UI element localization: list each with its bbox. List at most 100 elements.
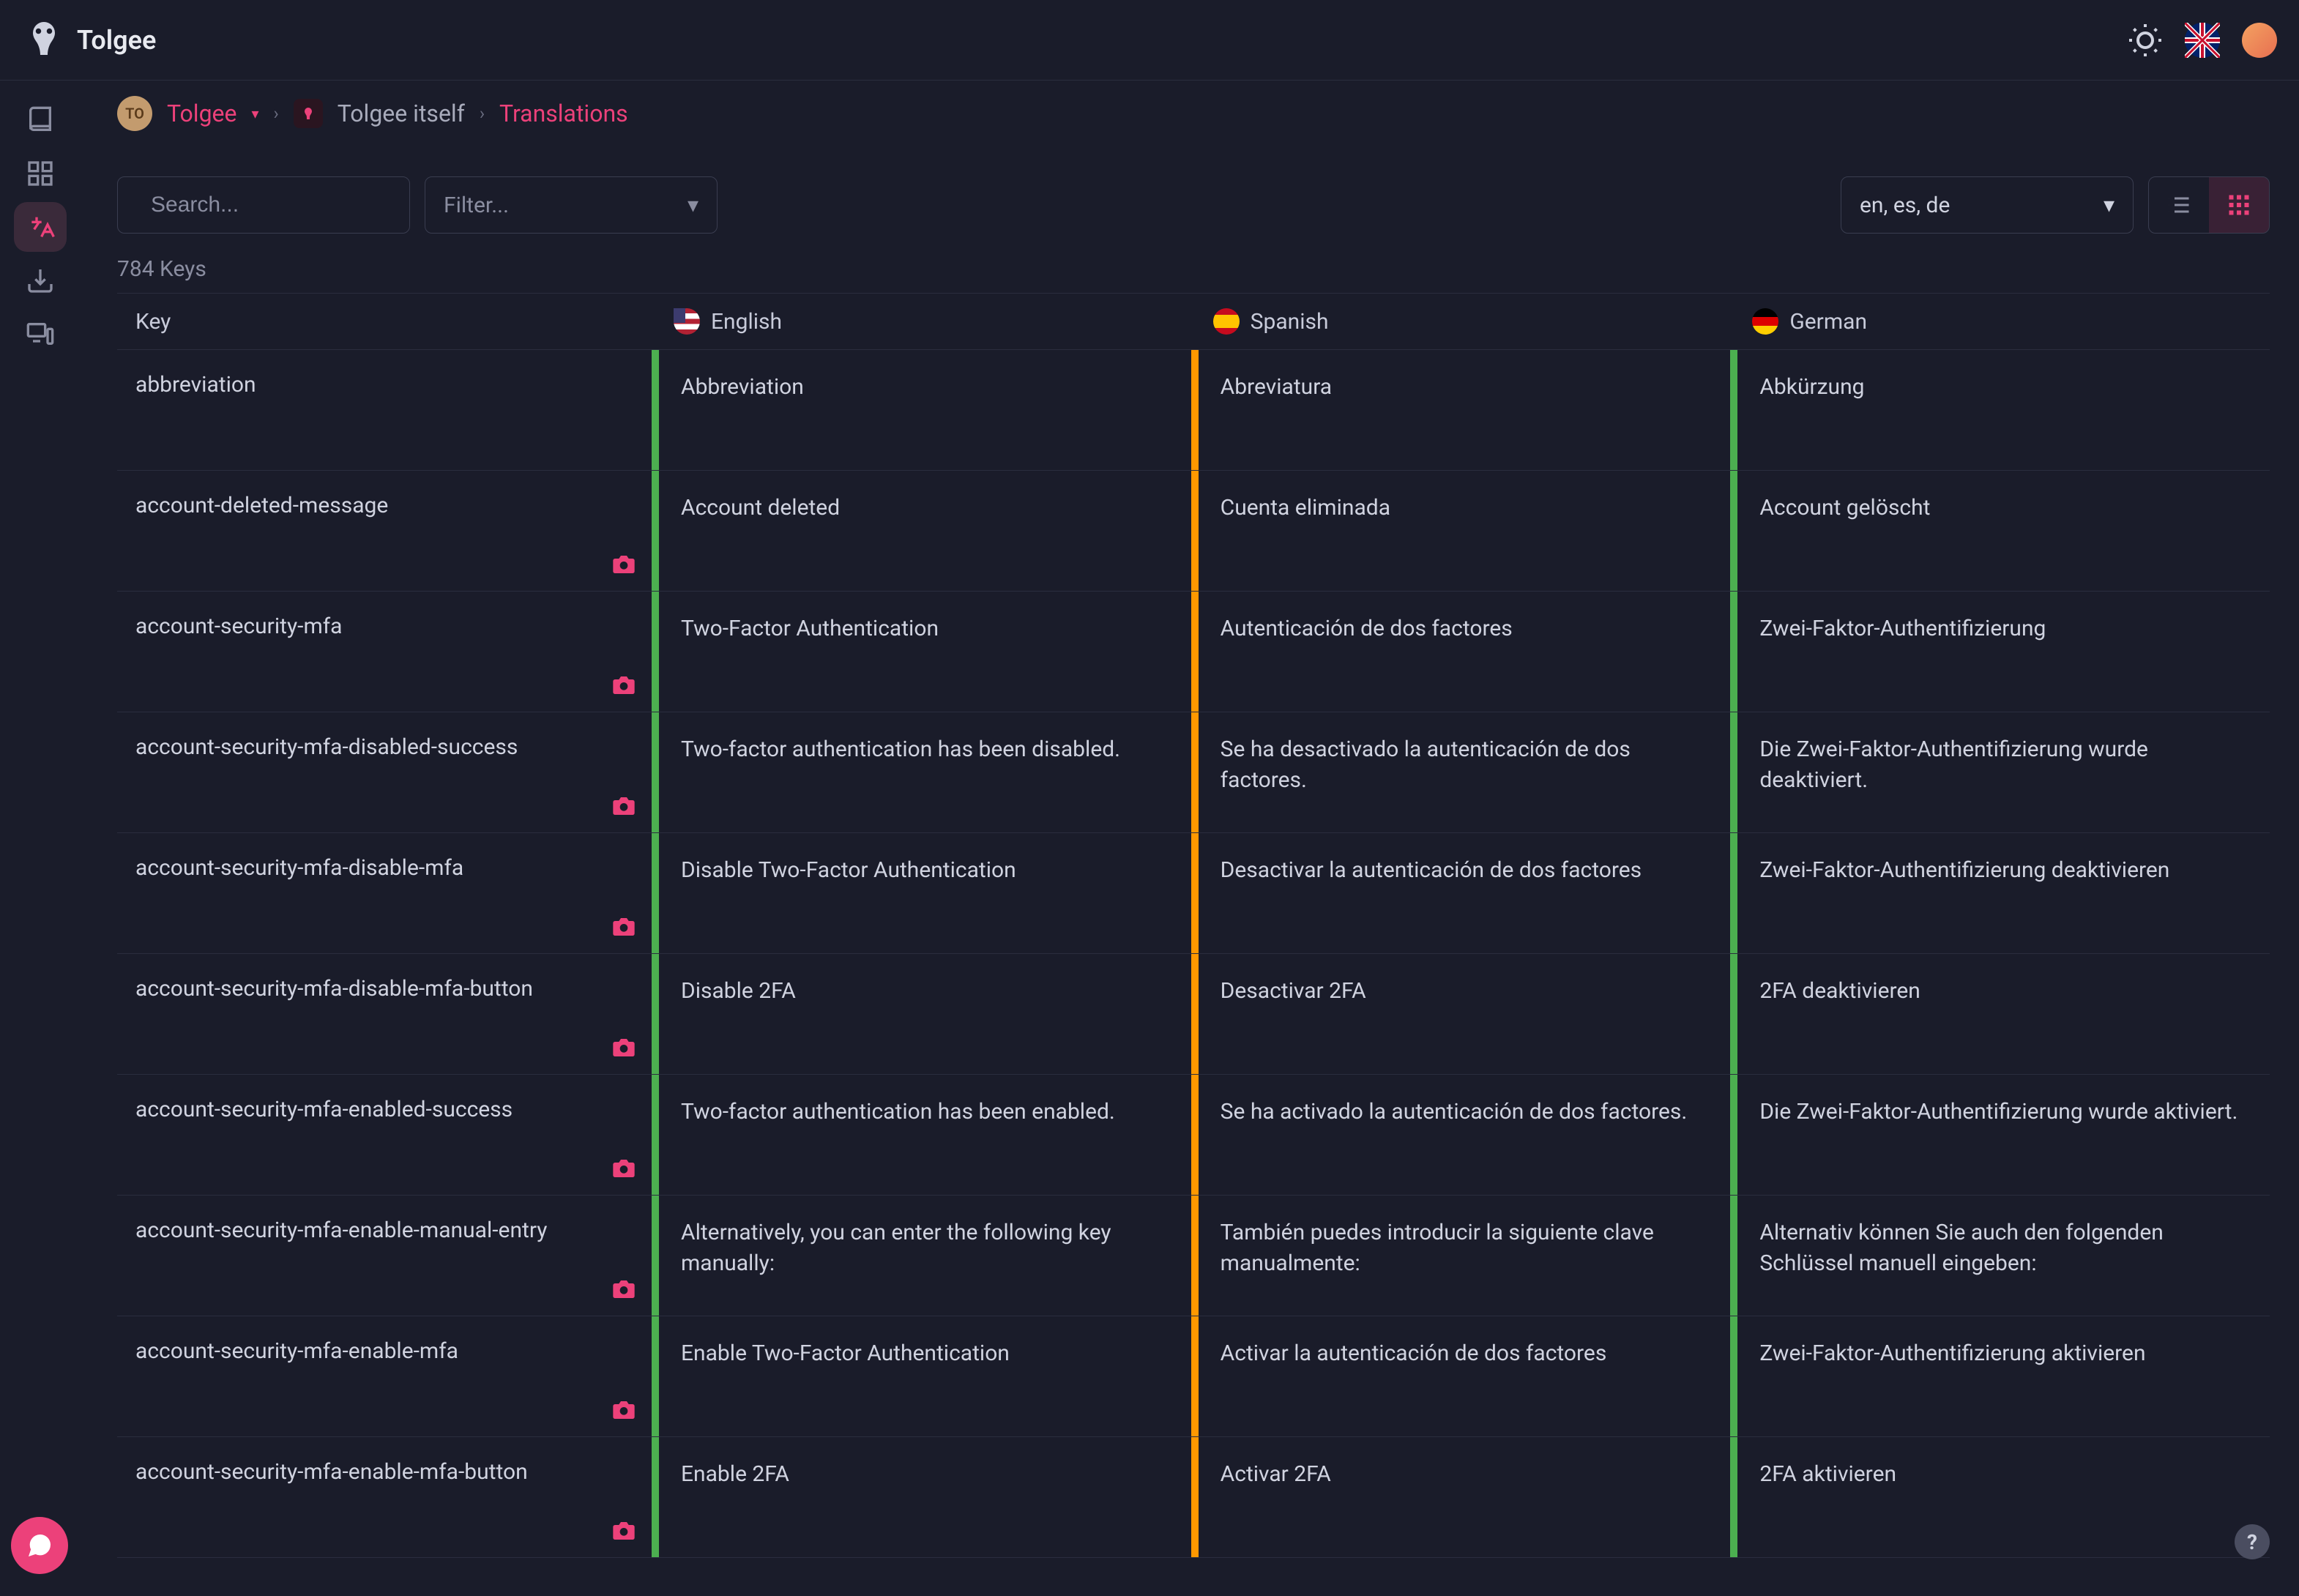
- key-cell[interactable]: account-security-mfa-disable-mfa: [117, 833, 652, 953]
- translation-cell-en[interactable]: Abbreviation: [652, 350, 1191, 470]
- column-header-spanish: Spanish: [1191, 308, 1731, 335]
- translation-cell-es[interactable]: Abreviatura: [1191, 350, 1731, 470]
- sidebar-item-projects[interactable]: [14, 95, 67, 145]
- screenshot-icon[interactable]: [611, 915, 637, 939]
- translation-cell-es[interactable]: Cuenta eliminada: [1191, 471, 1731, 591]
- screenshot-icon[interactable]: [611, 553, 637, 576]
- sidebar-item-integrations[interactable]: [14, 309, 67, 359]
- table-row: account-security-mfa-enable-mfa-buttonEn…: [117, 1437, 2270, 1558]
- screenshot-icon[interactable]: [611, 1398, 637, 1422]
- translation-cell-es[interactable]: Desactivar 2FA: [1191, 954, 1731, 1074]
- translation-cell-en[interactable]: Disable Two-Factor Authentication: [652, 833, 1191, 953]
- logo[interactable]: Tolgee: [22, 18, 156, 62]
- screenshot-icon[interactable]: [611, 674, 637, 697]
- header-actions: [2128, 23, 2277, 58]
- translation-cell-en[interactable]: Two-factor authentication has been disab…: [652, 712, 1191, 832]
- search-input[interactable]: [151, 193, 433, 217]
- key-cell[interactable]: account-deleted-message: [117, 471, 652, 591]
- screenshot-icon[interactable]: [611, 1157, 637, 1180]
- table-row: account-security-mfa-disabled-successTwo…: [117, 712, 2270, 833]
- translation-cell-es[interactable]: Activar 2FA: [1191, 1437, 1731, 1557]
- view-grid-button[interactable]: [2209, 177, 2269, 233]
- table-row: account-security-mfa-disable-mfa-buttonD…: [117, 954, 2270, 1075]
- translation-cell-es[interactable]: Activar la autenticación de dos factores: [1191, 1316, 1731, 1436]
- theme-toggle-icon[interactable]: [2128, 23, 2163, 58]
- sidebar-item-translations[interactable]: [14, 202, 67, 252]
- translation-cell-es[interactable]: Desactivar la autenticación de dos facto…: [1191, 833, 1731, 953]
- translation-cell-de[interactable]: 2FA deaktivieren: [1730, 954, 2270, 1074]
- grid-icon: [26, 159, 55, 188]
- translation-cell-de[interactable]: 2FA aktivieren: [1730, 1437, 2270, 1557]
- help-icon: ?: [2247, 1530, 2257, 1554]
- breadcrumb-org[interactable]: Tolgee: [167, 100, 236, 127]
- search-input-container: [117, 176, 410, 234]
- sidebar-item-dashboard[interactable]: [14, 149, 67, 198]
- translation-cell-es[interactable]: Autenticación de dos factores: [1191, 592, 1731, 712]
- sidebar-item-export[interactable]: [14, 256, 67, 305]
- screenshot-icon[interactable]: [611, 1278, 637, 1301]
- translation-cell-en[interactable]: Disable 2FA: [652, 954, 1191, 1074]
- screenshot-icon[interactable]: [611, 1036, 637, 1059]
- chat-button[interactable]: [11, 1517, 68, 1574]
- project-icon: [294, 99, 323, 128]
- sidebar: [0, 81, 81, 1596]
- screenshot-icon[interactable]: [611, 1519, 637, 1543]
- breadcrumb: TO Tolgee ▾ › Tolgee itself › Translatio…: [81, 81, 2299, 146]
- table-row: account-security-mfa-enable-mfaEnable Tw…: [117, 1316, 2270, 1437]
- view-list-button[interactable]: [2149, 177, 2209, 233]
- translation-cell-en[interactable]: Alternatively, you can enter the followi…: [652, 1196, 1191, 1316]
- translation-cell-de[interactable]: Zwei-Faktor-Authentifizierung aktivieren: [1730, 1316, 2270, 1436]
- filter-label: Filter...: [444, 193, 509, 218]
- tolgee-logo-icon: [22, 18, 66, 62]
- translation-cell-de[interactable]: Die Zwei-Faktor-Authentifizierung wurde …: [1730, 1075, 2270, 1195]
- translation-cell-es[interactable]: Se ha desactivado la autenticación de do…: [1191, 712, 1731, 832]
- screenshot-icon[interactable]: [611, 794, 637, 818]
- key-cell[interactable]: account-security-mfa-disable-mfa-button: [117, 954, 652, 1074]
- language-select[interactable]: en, es, de ▾: [1841, 176, 2134, 234]
- app-header: Tolgee: [0, 0, 2299, 81]
- chevron-down-icon: ▾: [688, 193, 698, 218]
- org-dropdown-icon[interactable]: ▾: [251, 105, 258, 122]
- breadcrumb-project[interactable]: Tolgee itself: [338, 100, 465, 127]
- key-cell[interactable]: account-security-mfa: [117, 592, 652, 712]
- user-avatar[interactable]: [2242, 23, 2277, 58]
- key-cell[interactable]: account-security-mfa-disabled-success: [117, 712, 652, 832]
- help-button[interactable]: ?: [2235, 1524, 2270, 1559]
- key-cell[interactable]: account-security-mfa-enable-mfa: [117, 1316, 652, 1436]
- breadcrumb-page[interactable]: Translations: [499, 100, 628, 127]
- translation-cell-en[interactable]: Enable 2FA: [652, 1437, 1191, 1557]
- translate-icon: [26, 212, 55, 242]
- list-icon: [2166, 192, 2192, 218]
- chat-icon: [25, 1531, 54, 1560]
- table-row: account-deleted-messageAccount deletedCu…: [117, 471, 2270, 592]
- key-cell[interactable]: account-security-mfa-enable-manual-entry: [117, 1196, 652, 1316]
- translation-cell-es[interactable]: También puedes introducir la siguiente c…: [1191, 1196, 1731, 1316]
- de-flag-icon: [1752, 308, 1778, 335]
- translation-cell-en[interactable]: Account deleted: [652, 471, 1191, 591]
- table-row: abbreviationAbbreviationAbreviaturaAbkür…: [117, 350, 2270, 471]
- key-cell[interactable]: abbreviation: [117, 350, 652, 470]
- export-icon: [26, 266, 55, 295]
- uk-flag-icon[interactable]: [2185, 23, 2220, 58]
- translation-cell-de[interactable]: Alternativ können Sie auch den folgenden…: [1730, 1196, 2270, 1316]
- table-row: account-security-mfa-enable-manual-entry…: [117, 1196, 2270, 1316]
- table-row: account-security-mfaTwo-Factor Authentic…: [117, 592, 2270, 712]
- translation-cell-de[interactable]: Zwei-Faktor-Authentifizierung: [1730, 592, 2270, 712]
- translation-cell-de[interactable]: Abkürzung: [1730, 350, 2270, 470]
- key-cell[interactable]: account-security-mfa-enable-mfa-button: [117, 1437, 652, 1557]
- table-row: account-security-mfa-disable-mfaDisable …: [117, 833, 2270, 954]
- translation-cell-de[interactable]: Account gelöscht: [1730, 471, 2270, 591]
- translation-cell-es[interactable]: Se ha activado la autenticación de dos f…: [1191, 1075, 1731, 1195]
- chevron-down-icon: ▾: [2104, 193, 2114, 218]
- key-cell[interactable]: account-security-mfa-enabled-success: [117, 1075, 652, 1195]
- translation-cell-en[interactable]: Enable Two-Factor Authentication: [652, 1316, 1191, 1436]
- translation-cell-de[interactable]: Zwei-Faktor-Authentifizierung deaktivier…: [1730, 833, 2270, 953]
- translation-cell-de[interactable]: Die Zwei-Faktor-Authentifizierung wurde …: [1730, 712, 2270, 832]
- org-badge[interactable]: TO: [117, 96, 152, 131]
- chevron-right-icon: ›: [274, 103, 279, 124]
- translation-cell-en[interactable]: Two-Factor Authentication: [652, 592, 1191, 712]
- devices-icon: [26, 319, 55, 348]
- filter-dropdown[interactable]: Filter... ▾: [425, 176, 718, 234]
- translation-cell-en[interactable]: Two-factor authentication has been enabl…: [652, 1075, 1191, 1195]
- view-toggle: [2148, 176, 2270, 234]
